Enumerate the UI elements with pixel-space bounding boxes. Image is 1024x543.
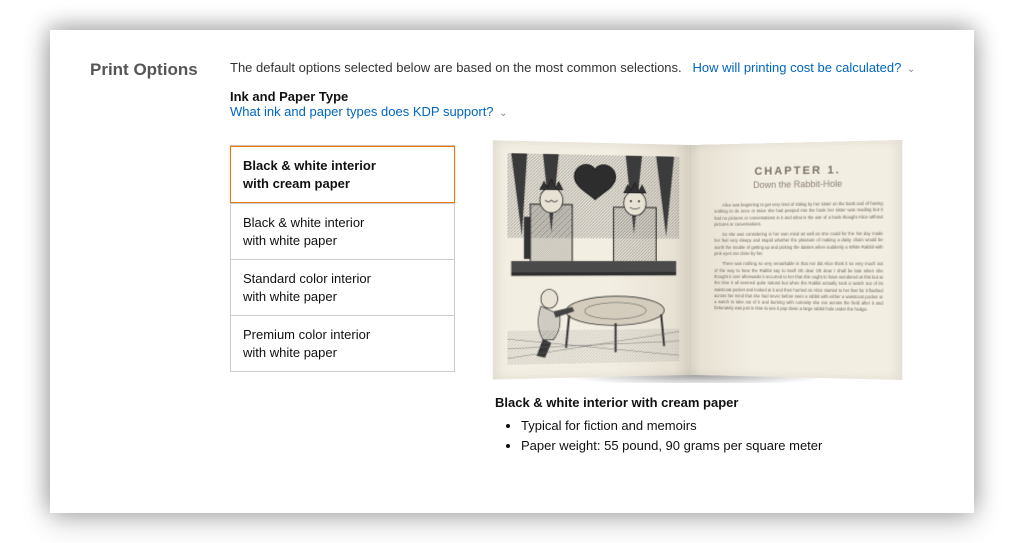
chevron-down-icon: ⌄: [499, 108, 507, 119]
section-content: The default options selected below are b…: [230, 60, 934, 455]
selection-detail-heading: Black & white interior with cream paper: [495, 395, 934, 410]
print-options-panel: Print Options The default options select…: [50, 30, 974, 513]
option-bw-white[interactable]: Black & white interior with white paper: [230, 203, 455, 260]
intro-line: The default options selected below are b…: [230, 60, 934, 75]
book-left-page: [493, 140, 690, 379]
book-preview-image: CHAPTER 1. Down the Rabbit-Hole Alice wa…: [495, 145, 900, 375]
chevron-down-icon: ⌄: [907, 64, 915, 75]
paper-options-list: Black & white interior with cream paper …: [230, 145, 455, 455]
option-premium-color[interactable]: Premium color interior with white paper: [230, 316, 455, 372]
option-standard-color[interactable]: Standard color interior with white paper: [230, 260, 455, 316]
printing-cost-link[interactable]: How will printing cost be calculated?: [693, 60, 905, 75]
preview-column: CHAPTER 1. Down the Rabbit-Hole Alice wa…: [495, 145, 934, 455]
list-item: Typical for fiction and memoirs: [521, 416, 934, 436]
intro-text: The default options selected below are b…: [230, 60, 682, 75]
option-bw-cream[interactable]: Black & white interior with cream paper: [230, 146, 455, 203]
selection-detail-list: Typical for fiction and memoirs Paper we…: [495, 416, 934, 455]
ink-paper-heading: Ink and Paper Type: [230, 89, 934, 104]
list-item: Paper weight: 55 pound, 90 grams per squ…: [521, 436, 934, 456]
section-label-col: Print Options: [90, 60, 210, 455]
chapter-title: Down the Rabbit-Hole: [715, 178, 884, 191]
ink-paper-support-link[interactable]: What ink and paper types does KDP suppor…: [230, 104, 494, 119]
section-title: Print Options: [90, 60, 210, 80]
chapter-label: CHAPTER 1.: [715, 163, 884, 178]
alice-illustration: [507, 153, 679, 365]
sample-body-text: Alice was beginning to get very tired of…: [715, 201, 884, 314]
book-right-page: CHAPTER 1. Down the Rabbit-Hole Alice wa…: [689, 140, 902, 380]
